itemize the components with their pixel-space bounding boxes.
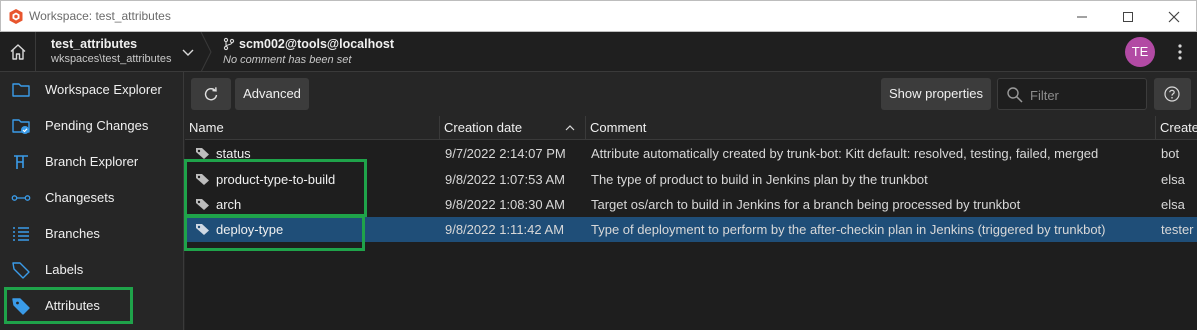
list-icon <box>13 227 29 241</box>
sidebar-item-label: Workspace Explorer <box>45 82 162 97</box>
branch-icon <box>223 37 235 51</box>
comment-cell: Type of deployment to perform by the aft… <box>591 222 1106 237</box>
sidebar-item-label: Labels <box>45 262 84 277</box>
refresh-button[interactable] <box>191 78 231 110</box>
column-header-name[interactable]: Name <box>185 116 440 140</box>
advanced-button[interactable]: Advanced <box>235 78 309 110</box>
creation-date-cell: 9/8/2022 1:07:53 AM <box>445 172 565 187</box>
tag-icon <box>12 262 30 279</box>
filter-input[interactable] <box>1030 85 1140 105</box>
highlight-box-deploy-type <box>184 215 365 251</box>
sidebar-item-branches[interactable]: Branches <box>0 216 184 252</box>
workspace-header: test_attributes wkspaces\test_attributes… <box>0 32 1197 72</box>
workspace-path: wkspaces\test_attributes <box>51 53 172 65</box>
sidebar-item-label: Branch Explorer <box>45 154 139 169</box>
creator-cell: tester <box>1161 222 1194 237</box>
pending-changes-icon <box>12 119 30 134</box>
highlight-box-attributes <box>4 287 133 324</box>
filter-box[interactable] <box>997 78 1147 110</box>
comment-cell: The type of product to build in Jenkins … <box>591 172 928 187</box>
creator-cell: elsa <box>1161 172 1185 187</box>
maximize-button[interactable] <box>1113 5 1143 27</box>
home-icon <box>10 44 26 60</box>
help-button[interactable] <box>1154 78 1191 110</box>
sidebar-item-label: Branches <box>45 226 100 241</box>
creator-cell: elsa <box>1161 197 1185 212</box>
minimize-icon <box>1077 16 1087 18</box>
help-icon <box>1164 86 1180 102</box>
comment-cell: Attribute automatically created by trunk… <box>591 146 1099 161</box>
maximize-icon <box>1123 12 1133 22</box>
app-logo-icon <box>9 9 23 24</box>
close-icon <box>1168 11 1180 23</box>
close-button[interactable] <box>1159 5 1189 27</box>
creator-cell: bot <box>1161 146 1180 161</box>
creation-date-cell: 9/7/2022 2:14:07 PM <box>445 146 566 161</box>
creation-date-cell: 9/8/2022 1:08:30 AM <box>445 197 565 212</box>
sort-ascending-icon <box>565 125 575 131</box>
minimize-button[interactable] <box>1067 5 1097 27</box>
window-titlebar: Workspace: test_attributes <box>0 0 1197 32</box>
column-header-label: Creation date <box>444 120 523 135</box>
branch-explorer-icon <box>14 155 28 169</box>
branch-comment: No comment has been set <box>223 54 352 66</box>
column-header-creator[interactable]: Create <box>1156 116 1197 140</box>
sidebar-item-branch-explorer[interactable]: Branch Explorer <box>0 144 184 180</box>
window-title: Workspace: test_attributes <box>29 9 171 23</box>
changesets-icon <box>11 195 31 201</box>
toolbar: Advanced Show properties <box>185 72 1197 116</box>
column-header-creation-date[interactable]: Creation date <box>440 116 586 140</box>
highlight-box-attribute-names <box>184 159 367 217</box>
column-header-comment[interactable]: Comment <box>586 116 1156 140</box>
home-button[interactable] <box>0 32 36 72</box>
more-options-icon[interactable] <box>1170 42 1190 62</box>
sidebar-item-labels[interactable]: Labels <box>0 252 184 288</box>
search-icon <box>1007 87 1023 103</box>
sidebar-item-pending-changes[interactable]: Pending Changes <box>0 108 184 144</box>
breadcrumb-separator-icon <box>200 32 212 72</box>
comment-cell: Target os/arch to build in Jenkins for a… <box>591 197 1021 212</box>
creation-date-cell: 9/8/2022 1:11:42 AM <box>445 222 565 237</box>
table-header: Name Creation date Comment Create <box>185 116 1197 140</box>
folder-icon <box>12 83 30 97</box>
chevron-down-icon[interactable] <box>180 44 196 60</box>
branch-name[interactable]: scm002@tools@localhost <box>239 37 394 51</box>
show-properties-button[interactable]: Show properties <box>881 78 991 110</box>
refresh-icon <box>204 87 218 101</box>
user-avatar[interactable]: TE <box>1125 37 1155 67</box>
sidebar-item-changesets[interactable]: Changesets <box>0 180 184 216</box>
sidebar-item-label: Pending Changes <box>45 118 149 133</box>
workspace-name: test_attributes <box>51 37 138 51</box>
sidebar-item-workspace-explorer[interactable]: Workspace Explorer <box>0 72 184 108</box>
sidebar-item-label: Changesets <box>45 190 115 205</box>
